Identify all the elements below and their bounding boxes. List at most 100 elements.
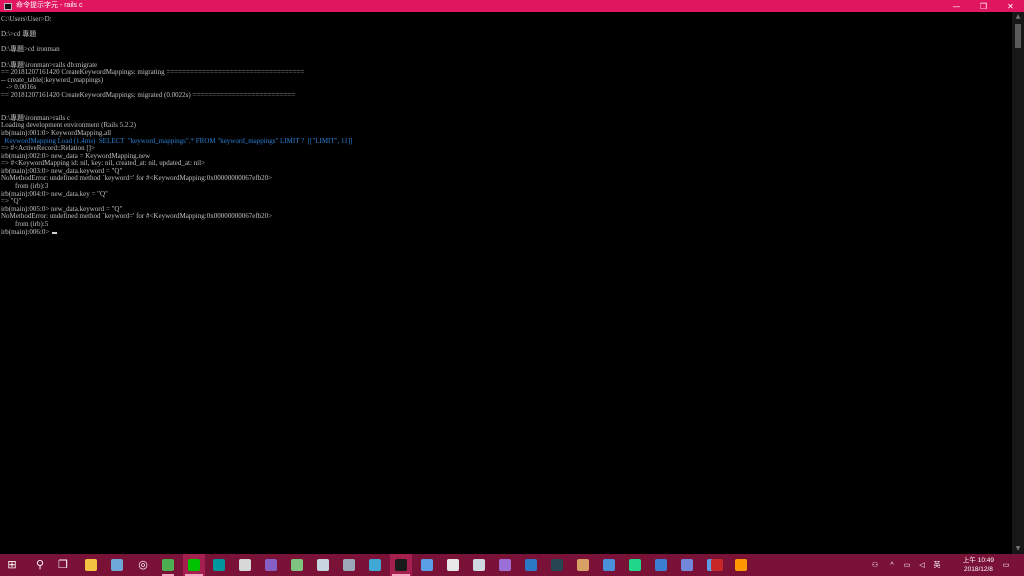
taskbar-button[interactable] (390, 554, 412, 576)
taskbar-button[interactable] (494, 554, 516, 576)
console-line: from (irb):3 (1, 182, 49, 191)
app-photo-icon (577, 559, 589, 571)
taskbar-button[interactable]: ⊞ (0, 554, 24, 576)
taskbar-button[interactable] (468, 554, 490, 576)
taskbar-button[interactable] (312, 554, 334, 576)
app-dark-icon (551, 559, 563, 571)
taskbar-button[interactable] (80, 554, 102, 576)
file-explorer-icon (85, 559, 97, 571)
taskbar-button[interactable] (157, 554, 179, 576)
vertical-scrollbar[interactable]: ▲ ▼ (1012, 12, 1024, 554)
taskbar-button[interactable]: ❐ (51, 554, 75, 576)
console-output[interactable]: C:\Users\User>D: D:\>cd 專題 D:\專題>cd ironma… (0, 12, 1012, 554)
line-icon (188, 559, 200, 571)
app-cyan-icon (369, 559, 381, 571)
app-blue-icon (111, 559, 123, 571)
app-red-icon (711, 559, 723, 571)
scroll-down-arrow-icon[interactable]: ▼ (1012, 544, 1024, 554)
taskbar-button[interactable]: ◎ (132, 554, 154, 576)
people-icon[interactable]: ⚇ (868, 554, 882, 576)
console-line: => #<ActiveRecord::Relation []> (1, 144, 95, 153)
taskbar-button[interactable] (706, 554, 728, 576)
console-line: D:\專題\ironman>rails c (1, 113, 71, 122)
taskbar-button[interactable] (286, 554, 308, 576)
chrome-icon (162, 559, 174, 571)
console-line: D:\>cd 專題 (1, 30, 37, 39)
taskbar-button[interactable] (208, 554, 230, 576)
visual-studio-2-icon (499, 559, 511, 571)
app-target-icon: ◎ (138, 558, 148, 571)
console-line: KeywordMapping Load (1.4ms) SELECT "keyw… (1, 136, 353, 145)
taskbar-button[interactable] (730, 554, 752, 576)
console-line: C:\Users\User>D: (1, 15, 52, 23)
console-line: -- create_table(:keyword_mappings) (1, 75, 104, 84)
taskbar-button[interactable] (338, 554, 360, 576)
command-prompt-icon (395, 559, 407, 571)
taskbar-button[interactable] (183, 554, 205, 576)
app-blue4-icon (655, 559, 667, 571)
app-lightblue-icon (421, 559, 433, 571)
clock-date: 2018/12/8 (964, 566, 993, 573)
clock-time: 上午 10:49 (962, 557, 994, 564)
console-line: NoMethodError: undefined method `keyword… (1, 212, 273, 221)
close-button[interactable]: ✕ (997, 0, 1024, 12)
app-gear-icon (343, 559, 355, 571)
text-cursor (52, 231, 58, 234)
scroll-up-arrow-icon[interactable]: ▲ (1012, 12, 1024, 22)
app-white-icon (447, 559, 459, 571)
taskbar-button[interactable] (572, 554, 594, 576)
task-view-icon: ❐ (58, 558, 68, 571)
discord-icon (681, 559, 693, 571)
taskbar-button[interactable] (676, 554, 698, 576)
console-line: irb(main):006:0> (1, 228, 1012, 237)
taskbar: ⚇ ^ ▭ ◁ 英 上午 10:49 2018/12/8 ▭ ⊞ ⚲ ❐ ◎ (0, 554, 1024, 576)
taskbar-button[interactable] (546, 554, 568, 576)
cmd-window-icon[interactable] (4, 2, 12, 10)
app-green-house-icon (291, 559, 303, 571)
maximize-button[interactable]: ❐ (970, 0, 997, 12)
console-line: => #<KeywordMapping id: nil, key: nil, c… (1, 159, 205, 168)
window-title: 命令提示字元 - rails c (16, 2, 83, 9)
app-blue2-icon (525, 559, 537, 571)
console-line: == 20181207161420 CreateKeywordMappings:… (1, 90, 296, 99)
title-bar[interactable]: 命令提示字元 - rails c — ❐ ✕ (0, 0, 1024, 12)
start-icon: ⊞ (7, 558, 17, 571)
taskbar-button[interactable] (234, 554, 256, 576)
console-line: Loading development environment (Rails 5… (1, 121, 136, 130)
taskbar-button[interactable] (106, 554, 128, 576)
window-controls: — ❐ ✕ (943, 0, 1024, 12)
app-white2-icon (473, 559, 485, 571)
taskbar-button[interactable] (260, 554, 282, 576)
console-line: irb(main):004:0> new_data.key = "Q" (1, 189, 108, 198)
console-line: == 20181207161420 CreateKeywordMappings:… (1, 68, 305, 77)
image-viewer-icon (239, 559, 251, 571)
taskbar-button[interactable] (598, 554, 620, 576)
steam-icon (317, 559, 329, 571)
clock[interactable]: 上午 10:49 2018/12/8 (963, 556, 994, 574)
scrollbar-thumb[interactable] (1015, 24, 1021, 48)
console-line: from (irb):5 (1, 220, 49, 229)
volume-icon[interactable]: ◁ (915, 554, 929, 576)
search-icon: ⚲ (35, 558, 45, 571)
taskbar-button[interactable] (442, 554, 464, 576)
notification-icon[interactable]: ▭ (998, 554, 1014, 576)
network-icon[interactable]: ▭ (900, 554, 914, 576)
console-line: D:\專題>cd ironman (1, 45, 60, 54)
pycharm-icon (629, 559, 641, 571)
taskbar-button[interactable] (364, 554, 386, 576)
console-line: => "Q" (1, 197, 22, 206)
minimize-button[interactable]: — (943, 0, 970, 12)
ime-indicator[interactable]: 英 (930, 554, 944, 576)
taskbar-button[interactable] (650, 554, 672, 576)
taskbar-button[interactable] (416, 554, 438, 576)
visual-studio-icon (265, 559, 277, 571)
taskbar-button[interactable] (520, 554, 542, 576)
chevron-up-icon[interactable]: ^ (886, 554, 898, 576)
taskbar-button[interactable]: ⚲ (28, 554, 52, 576)
app-blue3-icon (603, 559, 615, 571)
taskbar-button[interactable] (624, 554, 646, 576)
